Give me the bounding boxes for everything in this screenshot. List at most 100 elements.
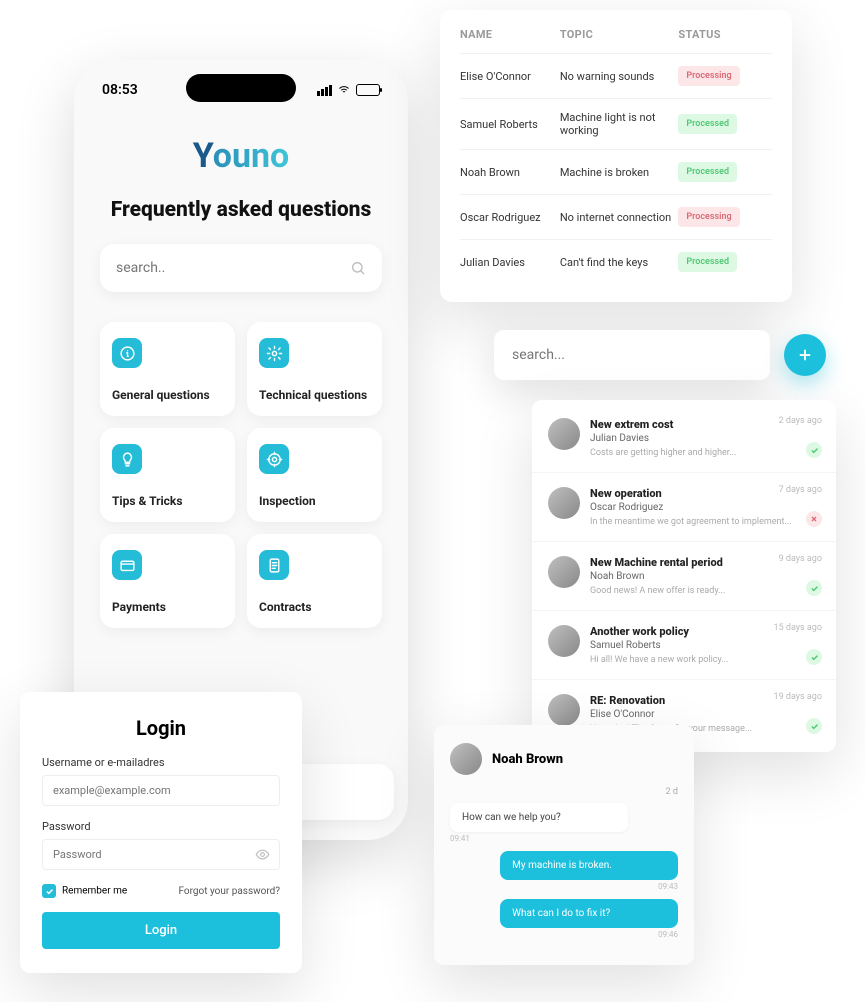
status-table-card: NAMETOPICSTATUS Elise O'ConnorNo warning… xyxy=(440,10,792,302)
cell-status: Processing xyxy=(678,54,772,99)
chat-date: 2 d xyxy=(450,787,678,797)
feed-time: 19 days ago xyxy=(774,692,822,702)
category-label: General questions xyxy=(112,388,223,402)
phone-notch xyxy=(186,74,296,102)
page-title: Frequently asked questions xyxy=(88,198,394,222)
avatar xyxy=(450,743,482,775)
chat-bubble: How can we help you? xyxy=(450,803,628,832)
category-card[interactable]: Technical questions xyxy=(247,322,382,416)
feed-author: Elise O'Connor xyxy=(590,709,820,720)
remember-label: Remember me xyxy=(62,886,127,897)
category-label: Payments xyxy=(112,600,223,614)
remember-checkbox[interactable]: Remember me xyxy=(42,884,127,898)
feed-snippet: Good news! A new offer is ready... xyxy=(590,586,820,596)
feed-status-icon xyxy=(806,718,822,734)
search-icon xyxy=(350,260,366,276)
cell-status: Processed xyxy=(678,240,772,285)
feed-time: 2 days ago xyxy=(779,416,822,426)
login-button[interactable]: Login xyxy=(42,912,280,949)
feed-snippet: Costs are getting higher and higher... xyxy=(590,448,820,458)
feed-status-icon xyxy=(806,442,822,458)
chat-time: 09:43 xyxy=(450,882,678,891)
cell-status: Processed xyxy=(678,99,772,150)
feed-time: 9 days ago xyxy=(779,554,822,564)
feed-status-icon xyxy=(806,649,822,665)
search-add-bar xyxy=(494,330,826,380)
chat-time: 09:41 xyxy=(450,834,678,843)
avatar xyxy=(548,487,580,519)
cell-status: Processing xyxy=(678,195,772,240)
category-card[interactable]: General questions xyxy=(100,322,235,416)
status-badge: Processing xyxy=(678,207,739,227)
feed-snippet: In the meantime we got agreement to impl… xyxy=(590,517,820,527)
forgot-password-link[interactable]: Forgot your password? xyxy=(179,886,281,897)
table-row[interactable]: Elise O'ConnorNo warning soundsProcessin… xyxy=(460,54,772,99)
faq-search-input[interactable] xyxy=(116,260,350,276)
feed-author: Julian Davies xyxy=(590,433,820,444)
target-icon xyxy=(259,444,289,474)
search-input[interactable] xyxy=(512,347,752,363)
chat-contact-name: Noah Brown xyxy=(492,752,563,767)
cell-name: Elise O'Connor xyxy=(460,54,560,99)
doc-icon xyxy=(259,550,289,580)
chat-time: 09:46 xyxy=(450,930,678,939)
feed-item[interactable]: Another work policy Samuel Roberts Hi al… xyxy=(532,610,836,679)
feed-list: New extrem cost Julian Davies Costs are … xyxy=(532,400,836,752)
feed-status-icon xyxy=(806,511,822,527)
card-icon xyxy=(112,550,142,580)
table-header: TOPIC xyxy=(560,28,679,54)
feed-item[interactable]: New operation Oscar Rodriguez In the mea… xyxy=(532,472,836,541)
cell-name: Julian Davies xyxy=(460,240,560,285)
eye-icon[interactable] xyxy=(255,847,270,862)
cell-name: Samuel Roberts xyxy=(460,99,560,150)
gear-icon xyxy=(259,338,289,368)
checkbox-icon xyxy=(42,884,56,898)
table-header: NAME xyxy=(460,28,560,54)
cell-status: Processed xyxy=(678,150,772,195)
feed-author: Noah Brown xyxy=(590,571,820,582)
signal-icon xyxy=(317,85,332,96)
status-badge: Processed xyxy=(678,252,737,272)
category-label: Inspection xyxy=(259,494,370,508)
logo: Youno xyxy=(88,136,394,176)
category-card[interactable]: Contracts xyxy=(247,534,382,628)
login-card: Login Username or e-mailadres Password R… xyxy=(20,692,302,973)
cell-topic: Can't find the keys xyxy=(560,240,679,285)
category-card[interactable]: Inspection xyxy=(247,428,382,522)
plus-icon xyxy=(796,346,814,364)
status-table: NAMETOPICSTATUS Elise O'ConnorNo warning… xyxy=(460,28,772,284)
faq-search[interactable] xyxy=(100,244,382,292)
search-box[interactable] xyxy=(494,330,770,380)
login-title: Login xyxy=(42,716,280,740)
avatar xyxy=(548,418,580,450)
category-grid: General questions Technical questions Tips… xyxy=(100,322,382,628)
table-row[interactable]: Julian DaviesCan't find the keysProcesse… xyxy=(460,240,772,285)
chat-body: How can we help you?09:41My machine is b… xyxy=(450,803,678,939)
feed-author: Oscar Rodriguez xyxy=(590,502,820,513)
logo-rest: ouno xyxy=(213,136,289,176)
password-label: Password xyxy=(42,820,280,833)
cell-name: Oscar Rodriguez xyxy=(460,195,560,240)
feed-item[interactable]: New Machine rental period Noah Brown Goo… xyxy=(532,541,836,610)
chat-header: Noah Brown xyxy=(450,743,678,775)
table-row[interactable]: Noah BrownMachine is brokenProcessed xyxy=(460,150,772,195)
statusbar-time: 08:53 xyxy=(102,82,138,98)
username-input[interactable] xyxy=(42,775,280,806)
chat-bubble: What can I do to fix it? xyxy=(500,899,678,928)
avatar xyxy=(548,556,580,588)
avatar xyxy=(548,694,580,726)
table-row[interactable]: Oscar RodriguezNo internet connectionPro… xyxy=(460,195,772,240)
category-card[interactable]: Tips & Tricks xyxy=(100,428,235,522)
category-label: Tips & Tricks xyxy=(112,494,223,508)
username-label: Username or e-mailadres xyxy=(42,756,280,769)
add-button[interactable] xyxy=(784,334,826,376)
category-card[interactable]: Payments xyxy=(100,534,235,628)
table-row[interactable]: Samuel RobertsMachine light is not worki… xyxy=(460,99,772,150)
cell-topic: No warning sounds xyxy=(560,54,679,99)
battery-icon xyxy=(356,84,380,96)
password-input[interactable] xyxy=(42,839,280,870)
cell-topic: No internet connection xyxy=(560,195,679,240)
cell-topic: Machine is broken xyxy=(560,150,679,195)
feed-item[interactable]: New extrem cost Julian Davies Costs are … xyxy=(532,404,836,472)
avatar xyxy=(548,625,580,657)
